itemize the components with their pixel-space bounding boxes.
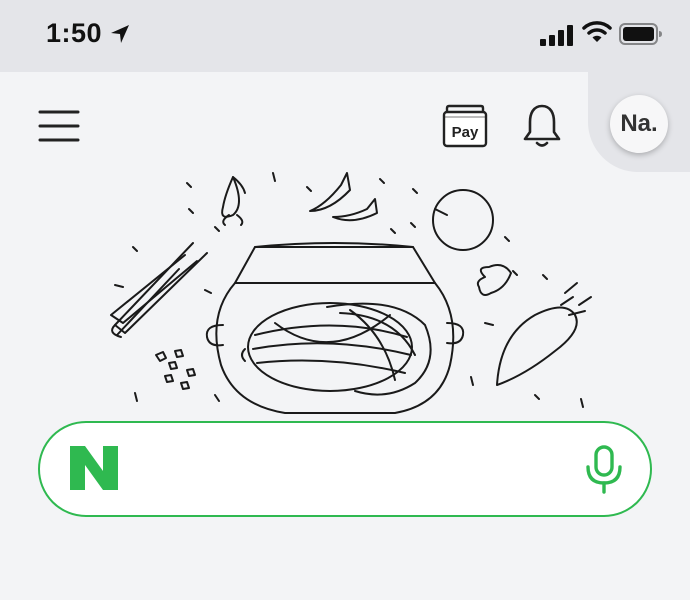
wifi-icon bbox=[582, 21, 612, 42]
bell-icon[interactable] bbox=[520, 102, 564, 148]
status-time: 1:50 bbox=[46, 18, 103, 48]
battery-icon bbox=[619, 23, 662, 45]
status-bar: 1:50 bbox=[0, 0, 690, 70]
naver-logo-icon bbox=[70, 446, 118, 490]
avatar[interactable]: Na. bbox=[610, 95, 668, 153]
hamburger-menu-icon[interactable] bbox=[38, 108, 80, 144]
microphone-icon[interactable] bbox=[580, 443, 628, 495]
kimchi-illustration bbox=[110, 172, 592, 414]
signal-icon bbox=[540, 25, 573, 46]
search-input[interactable] bbox=[140, 440, 564, 498]
pay-label: Pay bbox=[452, 124, 479, 141]
pay-icon[interactable]: Pay bbox=[442, 104, 488, 148]
location-arrow-icon bbox=[111, 25, 129, 43]
